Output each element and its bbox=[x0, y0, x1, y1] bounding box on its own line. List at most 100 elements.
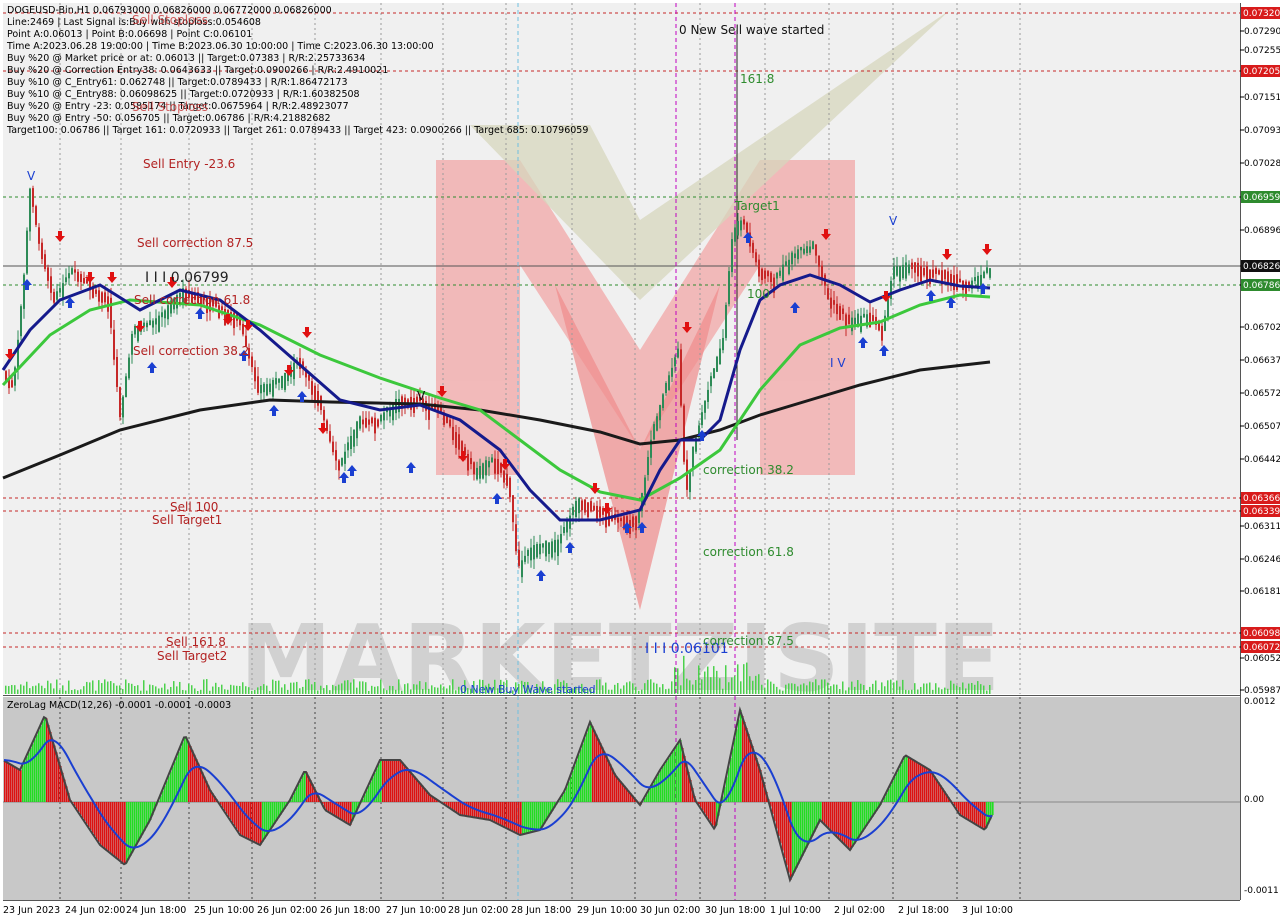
volume-bar bbox=[851, 681, 853, 694]
volume-bar bbox=[410, 689, 412, 694]
macd-bar bbox=[512, 802, 514, 831]
macd-tick-label: 0.00 bbox=[1244, 795, 1264, 805]
macd-bar bbox=[244, 802, 246, 837]
macd-bar bbox=[168, 776, 170, 802]
macd-bar bbox=[650, 787, 652, 802]
candle-body bbox=[317, 391, 319, 406]
volume-bar bbox=[254, 689, 256, 694]
volume-bar bbox=[164, 683, 166, 694]
time-axis: 23 Jun 2023 24 Jun 02:00 24 Jun 18:00 25 Ju… bbox=[3, 905, 1013, 916]
volume-bar bbox=[773, 683, 775, 694]
volume-bar bbox=[197, 690, 199, 694]
macd-bar bbox=[846, 802, 848, 846]
macd-bar bbox=[262, 802, 264, 842]
price-tick-label: 0.07290 bbox=[1244, 27, 1280, 37]
volume-bar bbox=[770, 681, 772, 694]
candle-body bbox=[371, 417, 373, 424]
volume-bar bbox=[92, 680, 94, 694]
candle-body bbox=[908, 264, 910, 274]
macd-bar bbox=[484, 802, 486, 819]
macd-bar bbox=[960, 802, 962, 815]
volume-bar bbox=[218, 687, 220, 694]
macd-bar bbox=[520, 802, 522, 835]
macd-bar bbox=[180, 747, 182, 802]
macd-bar bbox=[118, 802, 120, 860]
candle-body bbox=[110, 297, 112, 328]
macd-bar bbox=[502, 802, 504, 826]
macd-bar bbox=[164, 786, 166, 802]
candle-body bbox=[758, 259, 760, 277]
sell-target1-label: Sell Target1 bbox=[152, 513, 222, 527]
macd-bar bbox=[92, 802, 94, 833]
volume-bar bbox=[224, 689, 226, 694]
candle-body bbox=[638, 511, 640, 523]
macd-bar bbox=[300, 780, 302, 802]
header-line: Buy %20 @ Market price or at: 0.06013 ||… bbox=[7, 53, 365, 64]
volume-bar bbox=[212, 686, 214, 694]
volume-bar bbox=[392, 686, 394, 694]
volume-bar bbox=[149, 684, 151, 694]
volume-bar bbox=[980, 684, 982, 694]
volume-bar bbox=[365, 682, 367, 694]
macd-bar bbox=[166, 781, 168, 802]
macd-bar bbox=[848, 802, 850, 848]
volume-bar bbox=[329, 690, 331, 694]
macd-bar bbox=[126, 802, 128, 864]
candle-body bbox=[83, 277, 85, 284]
candle-body bbox=[56, 291, 58, 300]
candle-body bbox=[32, 188, 34, 207]
candle-body bbox=[986, 267, 988, 273]
macd-bar bbox=[514, 802, 516, 832]
candle-body bbox=[461, 441, 463, 452]
macd-bar bbox=[532, 802, 534, 832]
volume-bar bbox=[107, 681, 109, 694]
volume-bar bbox=[446, 688, 448, 694]
volume-bar bbox=[140, 690, 142, 694]
macd-bar bbox=[120, 802, 122, 861]
volume-bar bbox=[983, 685, 985, 694]
sell-correction-618-label: Sell correction 61.8 bbox=[134, 293, 250, 307]
macd-bar bbox=[54, 745, 56, 802]
time-tick-label: 2 Jul 02:00 bbox=[834, 905, 885, 916]
price-axis: 0.072900.072550.071850.071510.070930.070… bbox=[1240, 27, 1280, 696]
volume-bar bbox=[434, 687, 436, 694]
macd-bar bbox=[456, 802, 458, 813]
sell-correction-875-label: Sell correction 87.5 bbox=[137, 236, 253, 250]
candle-body bbox=[530, 547, 532, 561]
volume-bar bbox=[794, 683, 796, 694]
level-high-label: I I I 0.06799 bbox=[145, 270, 229, 286]
volume-bar bbox=[47, 680, 49, 694]
macd-bar bbox=[304, 772, 306, 802]
volume-bar bbox=[95, 690, 97, 694]
volume-bar bbox=[752, 680, 754, 694]
macd-bar bbox=[854, 802, 856, 844]
candle-body bbox=[902, 264, 904, 279]
volume-bar bbox=[671, 681, 673, 694]
volume-bar bbox=[257, 687, 259, 694]
macd-bar bbox=[672, 752, 674, 802]
volume-bar bbox=[344, 680, 346, 694]
candle-body bbox=[254, 367, 256, 382]
candle-body bbox=[764, 270, 766, 279]
candle-body bbox=[539, 543, 541, 555]
candle-body bbox=[335, 450, 337, 461]
macd-bar bbox=[704, 802, 706, 814]
macd-bar bbox=[730, 758, 732, 802]
macd-bar bbox=[748, 734, 750, 802]
macd-bar bbox=[40, 726, 42, 802]
macd-bar bbox=[346, 802, 348, 823]
price-badge-label: 0.06072 bbox=[1243, 643, 1280, 653]
volume-bar bbox=[425, 682, 427, 694]
macd-bar bbox=[170, 771, 172, 802]
candle-body bbox=[968, 281, 970, 286]
volume-bar bbox=[314, 681, 316, 694]
macd-bar bbox=[740, 710, 742, 802]
volume-bar bbox=[155, 686, 157, 694]
candle-body bbox=[149, 320, 151, 326]
volume-bar bbox=[56, 679, 58, 694]
macd-bar bbox=[534, 802, 536, 832]
volume-bar bbox=[407, 683, 409, 694]
candle-body bbox=[647, 457, 649, 476]
candle-body bbox=[485, 460, 487, 476]
volume-bar bbox=[20, 684, 22, 694]
